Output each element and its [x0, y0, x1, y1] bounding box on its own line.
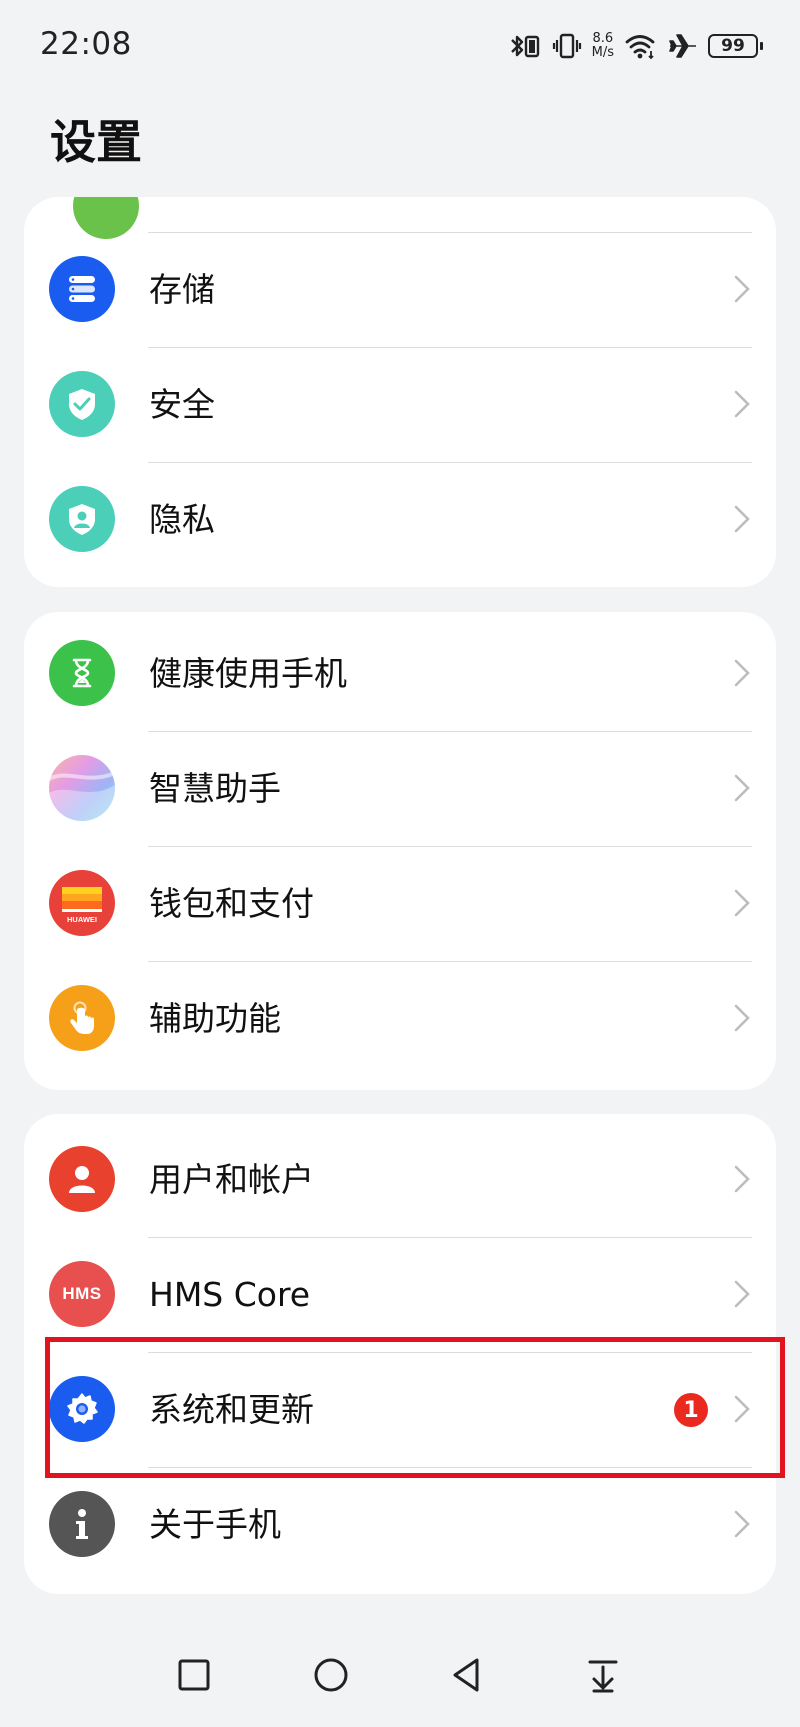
net-speed-value: 8.6 — [592, 31, 614, 46]
settings-item-label: 辅助功能 — [149, 999, 281, 1038]
chevron-right-icon — [734, 1395, 750, 1423]
chevron-right-icon — [734, 390, 750, 418]
info-icon — [49, 1491, 115, 1557]
hourglass-icon — [49, 640, 115, 706]
back-button[interactable] — [442, 1650, 492, 1700]
wallet-icon: HUAWEI — [49, 870, 115, 936]
divider — [148, 232, 752, 233]
settings-item-label: 健康使用手机 — [149, 654, 347, 693]
settings-item-label: 系统和更新 — [149, 1390, 314, 1429]
hms-icon: HMS — [49, 1261, 115, 1327]
settings-item-security[interactable]: 安全 — [24, 347, 776, 462]
vibrate-icon — [552, 31, 582, 61]
shield-check-icon — [49, 371, 115, 437]
notification-badge: 1 — [674, 1393, 708, 1427]
notification-pull-icon — [588, 1660, 618, 1693]
settings-item-label: 安全 — [149, 385, 215, 424]
settings-item-smart-assistant[interactable]: 智慧助手 — [24, 731, 776, 846]
settings-item-hms-core[interactable]: HMS HMS Core — [24, 1237, 776, 1352]
settings-item-label: 隐私 — [149, 500, 215, 539]
chevron-right-icon — [734, 505, 750, 533]
user-icon — [49, 1146, 115, 1212]
settings-item-privacy[interactable]: 隐私 — [24, 462, 776, 577]
status-icons: 8.6 M/s 99 — [508, 26, 763, 66]
chevron-right-icon — [734, 275, 750, 303]
net-speed-unit: M/s — [591, 45, 614, 60]
battery-level: 99 — [721, 36, 745, 56]
settings-item-system-update[interactable]: 系统和更新 1 — [24, 1352, 776, 1467]
settings-item-about-phone[interactable]: 关于手机 — [24, 1467, 776, 1582]
wallet-icon-text: HUAWEI — [67, 915, 97, 924]
recents-square-icon — [178, 1659, 210, 1691]
settings-item-label: 用户和帐户 — [149, 1160, 314, 1199]
recents-button[interactable] — [169, 1650, 219, 1700]
gear-icon — [49, 1376, 115, 1442]
accessibility-hand-icon — [49, 985, 115, 1051]
back-triangle-icon — [453, 1658, 479, 1692]
privacy-shield-icon — [49, 486, 115, 552]
page-title: 设置 — [50, 115, 142, 169]
wifi-icon — [624, 31, 658, 61]
hms-icon-text: HMS — [62, 1284, 102, 1303]
settings-item-label: 钱包和支付 — [149, 884, 314, 923]
chevron-right-icon — [734, 1165, 750, 1193]
battery-icon: 99 — [708, 34, 763, 58]
settings-group-3: 用户和帐户 HMS HMS Core 系统和更新 1 关于手机 — [24, 1114, 776, 1594]
settings-item-label: 智慧助手 — [149, 769, 281, 808]
settings-item-wallet[interactable]: HUAWEI 钱包和支付 — [24, 846, 776, 961]
chevron-right-icon — [734, 889, 750, 917]
settings-item-digital-balance[interactable]: 健康使用手机 — [24, 616, 776, 731]
airplane-icon — [668, 31, 698, 61]
settings-item-label: 关于手机 — [149, 1505, 281, 1544]
storage-icon — [49, 256, 115, 322]
settings-item-users-accounts[interactable]: 用户和帐户 — [24, 1122, 776, 1237]
status-bar: 22:08 8.6 M/s 99 — [0, 0, 800, 92]
divider — [148, 347, 752, 348]
settings-group-1: 存储 安全 隐私 — [24, 197, 776, 587]
settings-group-2: 健康使用手机 智慧助手 HUAWEI 钱包和支付 辅助功能 — [24, 612, 776, 1090]
navigation-bar — [0, 1630, 800, 1727]
assistant-icon — [49, 755, 115, 821]
settings-item-storage[interactable]: 存储 — [24, 232, 776, 347]
settings-item-label: 存储 — [149, 270, 215, 309]
home-button[interactable] — [306, 1650, 356, 1700]
chevron-right-icon — [734, 774, 750, 802]
chevron-right-icon — [734, 1004, 750, 1032]
chevron-right-icon — [734, 1280, 750, 1308]
chevron-right-icon — [734, 1510, 750, 1538]
home-circle-icon — [314, 1658, 348, 1692]
net-speed: 8.6 M/s — [592, 32, 614, 60]
divider — [148, 462, 752, 463]
status-time: 22:08 — [40, 26, 132, 62]
settings-item-label: HMS Core — [149, 1275, 311, 1314]
settings-item-accessibility[interactable]: 辅助功能 — [24, 961, 776, 1076]
chevron-right-icon — [734, 659, 750, 687]
notification-pull-button[interactable] — [578, 1650, 628, 1700]
bluetooth-icon — [508, 31, 542, 61]
